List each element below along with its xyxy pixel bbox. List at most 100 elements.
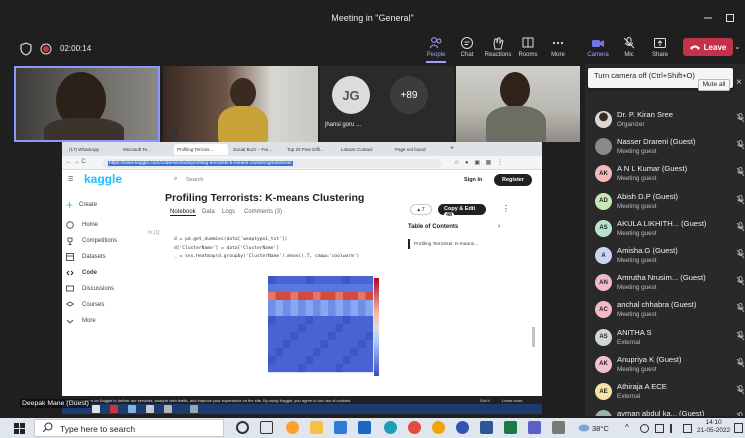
heatmap-cell <box>320 284 329 293</box>
minimize-icon[interactable] <box>703 12 713 22</box>
reactions-button[interactable]: Reactions <box>482 34 514 64</box>
sign-in-link[interactable]: Sign In <box>464 177 482 183</box>
share-button[interactable]: Share <box>644 34 676 64</box>
register-button[interactable]: Register <box>494 174 532 186</box>
browser-tab-active[interactable]: Profiling Terroris... <box>174 144 228 155</box>
participant-row[interactable]: AS ANITHA S External <box>585 327 745 353</box>
nav-home[interactable]: Home <box>66 220 98 230</box>
teams-icon[interactable] <box>528 421 541 434</box>
rooms-button[interactable]: Rooms <box>512 34 544 64</box>
participant-row[interactable]: Dr. P. Kiran Sree Organizer <box>585 109 745 135</box>
more-vertical-icon[interactable]: ⋮ <box>502 204 510 213</box>
notification-icon[interactable] <box>734 423 743 433</box>
upvote-button[interactable]: ▴ 7 <box>410 204 432 215</box>
camera-button[interactable]: Camera <box>582 34 614 64</box>
video-tile-presenter[interactable] <box>14 66 160 142</box>
mail-icon[interactable] <box>358 421 371 434</box>
app-icon[interactable] <box>552 421 565 434</box>
people-button[interactable]: People <box>420 34 452 64</box>
kaggle-search[interactable]: ⌕ Search <box>174 175 364 186</box>
task-view-icon[interactable] <box>260 421 273 434</box>
heatmap-cell <box>320 308 329 317</box>
heatmap-cell <box>268 308 276 317</box>
chevron-right-icon[interactable]: › <box>498 223 500 230</box>
heatmap-cell <box>335 292 344 301</box>
nav-more[interactable]: More <box>66 316 96 326</box>
avatar: AD <box>595 192 612 210</box>
nav-competitions[interactable]: Competitions <box>66 236 117 246</box>
participant-row[interactable]: AS AKULA LIKHITH... (Guest) Meeting guest <box>585 218 745 244</box>
file-explorer-icon[interactable] <box>310 421 323 434</box>
firefox-icon[interactable] <box>286 421 299 434</box>
tab-data[interactable]: Data <box>202 209 215 215</box>
cortana-icon[interactable] <box>236 421 249 434</box>
cookie-ok-button[interactable]: Got it <box>480 398 490 403</box>
cookie-learn-more-link[interactable]: Learn more <box>502 398 522 403</box>
participant-row[interactable]: AK Anupriya K (Guest) Meeting guest <box>585 354 745 380</box>
participant-row[interactable]: AN Amrutha Nrusim... (Guest) Meeting guest <box>585 272 745 298</box>
participant-row[interactable]: AD Abish D.P (Guest) Meeting guest <box>585 191 745 217</box>
overflow-count[interactable]: +89 <box>390 76 428 114</box>
chat-button[interactable]: Chat <box>451 34 483 64</box>
participant-row[interactable]: AC anchal chhabra (Guest) Meeting guest <box>585 299 745 325</box>
nav-datasets[interactable]: Datasets <box>66 252 106 262</box>
nav-discussions[interactable]: Discussions <box>66 284 114 294</box>
kaggle-logo[interactable]: kaggle <box>84 172 122 186</box>
windows-start-icon[interactable] <box>14 423 25 434</box>
network-icon[interactable] <box>655 424 664 433</box>
create-button[interactable]: + Create <box>66 198 97 212</box>
address-bar[interactable]: https://www.kaggle.com/code/sinchuts/pro… <box>102 159 442 168</box>
browser-tab[interactable]: Lebaze Contact <box>338 144 390 155</box>
scrollbar[interactable] <box>532 327 535 347</box>
weather-temperature[interactable]: 38°C <box>592 424 609 433</box>
participant-row[interactable]: A Amisha.G (Guest) Meeting guest <box>585 245 745 271</box>
participant-row[interactable]: AK A N L Kumar (Guest) Meeting guest <box>585 163 745 189</box>
mute-all-button[interactable]: Mute all <box>698 79 730 91</box>
status-icon[interactable] <box>640 424 649 433</box>
more-button[interactable]: More <box>542 34 574 64</box>
browser-tab[interactable]: Social Buzz – Fre... <box>230 144 282 155</box>
video-tile-2[interactable] <box>163 66 318 142</box>
copy-edit-button[interactable]: Copy & Edit 48 <box>438 204 486 218</box>
heatmap-cell <box>328 292 336 301</box>
video-tile-4[interactable] <box>456 66 580 142</box>
toc-item[interactable]: Profiling Terrorists: K-means... <box>414 242 478 247</box>
participant-row[interactable]: Nasser Drareni (Guest) Meeting guest <box>585 136 745 162</box>
browser-tab[interactable]: Top 20 Free Diffi... <box>284 144 336 155</box>
word-icon[interactable] <box>480 421 493 434</box>
participant-row[interactable]: avman abdul ka... (Guest) <box>585 408 745 416</box>
browser-tab[interactable]: Page not found <box>392 144 444 155</box>
participant-row[interactable]: AE Athiraja A ECE External <box>585 381 745 407</box>
battery-icon[interactable] <box>683 424 692 433</box>
app-icon[interactable] <box>456 421 469 434</box>
new-tab-icon[interactable]: + <box>450 145 454 152</box>
excel-icon[interactable] <box>504 421 517 434</box>
restore-icon[interactable] <box>725 12 735 22</box>
close-icon[interactable]: × <box>736 77 742 88</box>
chevron-down-icon[interactable]: ⌄ <box>734 42 741 51</box>
edge-icon[interactable] <box>384 421 397 434</box>
chrome-icon[interactable] <box>408 421 421 434</box>
extension-icons[interactable]: ☆ ● ▣ ▦ ⋮ <box>454 159 505 166</box>
tab-comments[interactable]: Comments (3) <box>244 209 282 215</box>
browser-tab[interactable]: Microsoft Te... <box>120 144 172 155</box>
store-icon[interactable] <box>334 421 347 434</box>
mic-button[interactable]: Mic <box>613 34 645 64</box>
mic-off-icon <box>736 385 745 395</box>
back-forward-reload-icons[interactable]: ← → C <box>66 159 86 165</box>
browser-tab[interactable]: (17) WhatsApp <box>66 144 118 155</box>
volume-icon[interactable] <box>670 424 679 433</box>
weather-icon[interactable] <box>578 423 590 432</box>
leave-button[interactable]: Leave <box>683 38 733 56</box>
nav-courses[interactable]: Courses <box>66 300 104 310</box>
chevron-up-icon[interactable]: ^ <box>625 423 629 432</box>
tab-logs[interactable]: Logs <box>222 209 235 215</box>
chrome-canary-icon[interactable] <box>432 421 445 434</box>
nav-code[interactable]: Code <box>66 268 97 278</box>
tab-notebook[interactable]: Notebook <box>170 209 196 216</box>
code-cell[interactable]: d = pd.get_dummies(data['weaptype1_txt']… <box>174 236 359 262</box>
menu-icon[interactable]: ☰ <box>68 176 73 183</box>
participants-panel: Dr. P. Kiran Sree Organizer Nasser Drareni… <box>585 64 745 416</box>
clock[interactable]: 14:10 21-05-2022 <box>697 419 730 435</box>
video-tile-avatar[interactable]: JG jhansi goru ... +89 <box>320 66 454 142</box>
